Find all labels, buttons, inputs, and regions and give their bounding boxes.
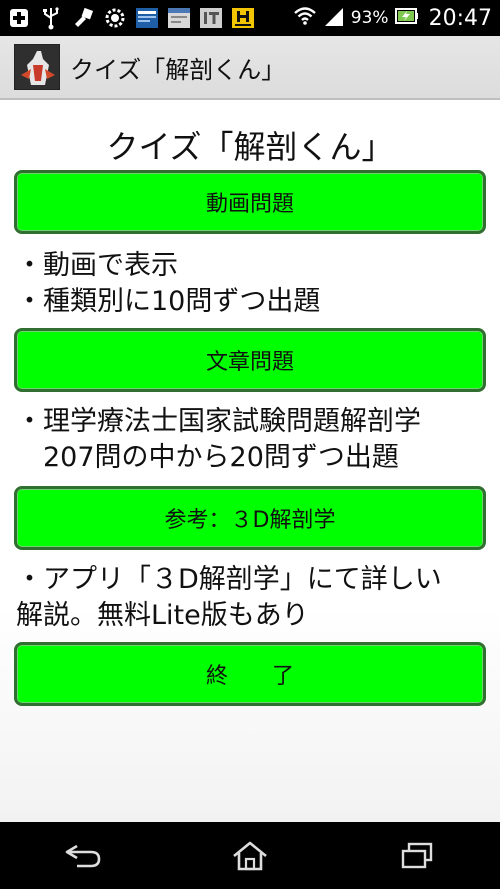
video-quiz-button[interactable]: 動画問題 [14,170,486,234]
page-title: クイズ「解剖くん」 [106,128,394,166]
status-bar: 93% 20:47 [0,0,500,36]
video-quiz-description: ・動画で表示 ・種類別に10問ずつ出題 [16,248,492,320]
back-icon [66,844,101,867]
text-quiz-description: ・理学療法士国家試験問題解剖学 207問の中から20問ずつ出題 [16,404,492,476]
system-status: 93% 20:47 [293,6,500,31]
text-quiz-button[interactable]: 文章問題 [14,328,486,392]
news-app-icon [134,5,160,31]
description-line: 207問の中から20問ずつ出題 [16,442,399,473]
recent-apps-button[interactable] [387,831,447,881]
description-line: ・動画で表示 [16,250,178,281]
app-logo-icon[interactable] [14,44,60,90]
browser-app-icon [166,5,192,31]
notification-area [0,5,256,31]
plus-icon [6,5,32,31]
action-bar: クイズ「解剖くん」 [0,36,500,100]
main-content: クイズ「解剖くん」 動画問題 ・動画で表示 ・種類別に10問ずつ出題 文章問題 … [0,102,500,822]
navigation-bar [0,822,500,889]
clock: 20:47 [428,5,492,31]
reference-description: ・アプリ「３D解剖学」にて詳しい 解説。無料Lite版もあり [16,562,492,634]
tool-icon [70,5,96,31]
home-button[interactable] [220,831,280,881]
recent-apps-icon [401,842,432,868]
description-line: ・種類別に10問ずつ出題 [16,286,321,317]
battery-charging-icon [394,6,419,30]
h-app-icon [230,5,256,31]
battery-percent: 93% [350,8,389,28]
app-title: クイズ「解剖くん」 [70,55,286,84]
gear-icon [102,5,128,31]
it-app-icon [198,5,224,31]
description-line: 解説。無料Lite版もあり [16,600,309,631]
home-icon [233,841,267,870]
description-line: ・アプリ「３D解剖学」にて詳しい [16,564,442,595]
back-button[interactable] [53,831,113,881]
exit-button[interactable]: 終 了 [14,642,486,706]
usb-icon [38,5,64,31]
description-line: ・理学療法士国家試験問題解剖学 [16,406,421,437]
wifi-icon [293,6,317,30]
reference-3d-anatomy-button[interactable]: 参考：３D解剖学 [14,486,486,550]
signal-icon [323,6,345,30]
